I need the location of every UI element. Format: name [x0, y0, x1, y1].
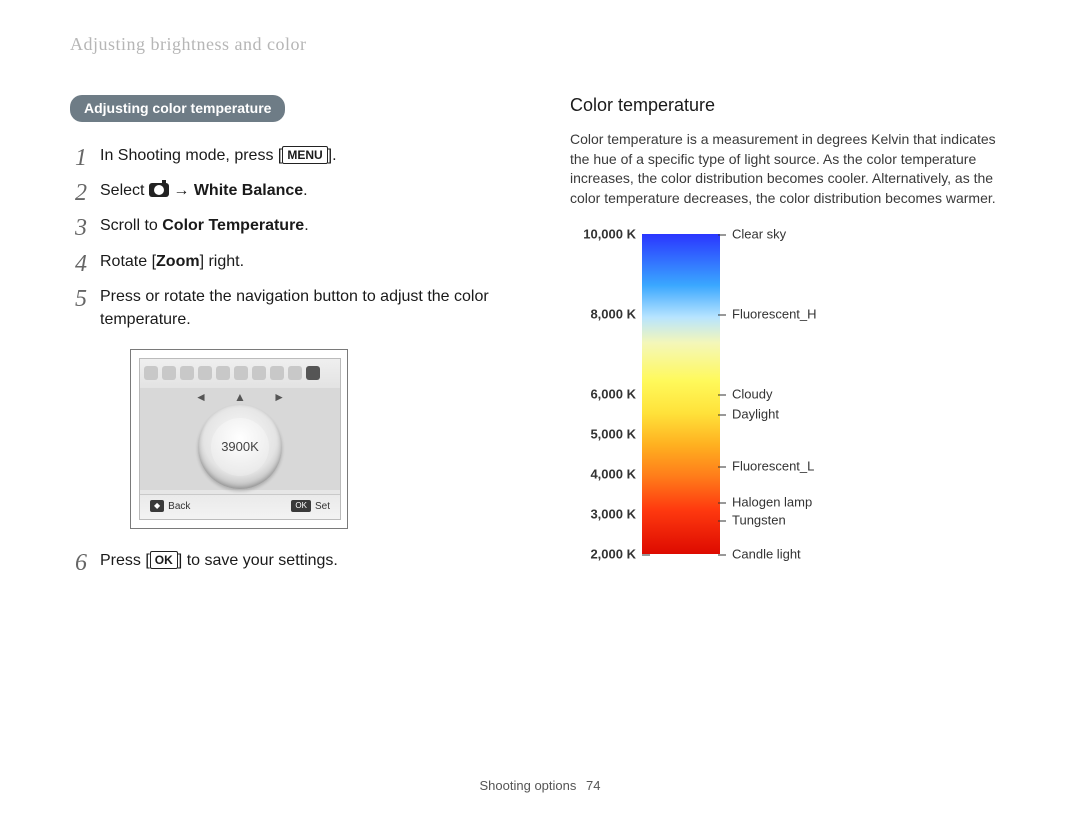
kelvin-tick: 10,000 K — [583, 227, 636, 242]
light-source-label: Clear sky — [732, 227, 786, 242]
step-6-text-a: Press [ — [100, 552, 150, 569]
step-2-bold: White Balance — [194, 182, 303, 199]
arrow-up-icon: ▲ — [234, 389, 246, 406]
lcd-screenshot: ◄ ▲ ► 3900K ◆ Back — [130, 349, 348, 529]
menu-button-icon: MENU — [282, 146, 327, 164]
lcd-bottom-bar: ◆ Back OK Set — [140, 494, 340, 519]
lcd-top-icons — [140, 359, 340, 387]
color-temperature-body: Color temperature is a measurement in de… — [570, 130, 1010, 208]
breadcrumb: Adjusting brightness and color — [70, 34, 1010, 55]
steps-list: In Shooting mode, press [MENU]. Select →… — [70, 144, 510, 572]
lcd-set-hint: OK Set — [291, 500, 330, 515]
wb-icon — [162, 366, 176, 380]
right-column: Color temperature Color temperature is a… — [570, 95, 1010, 584]
wb-icon — [252, 366, 266, 380]
camera-icon — [149, 183, 169, 197]
light-source-label: Cloudy — [732, 387, 772, 402]
wb-icon — [234, 366, 248, 380]
section-pill: Adjusting color temperature — [70, 95, 285, 122]
light-source-label: Candle light — [732, 547, 801, 562]
kelvin-tick: 3,000 K — [590, 507, 636, 522]
wb-icon — [144, 366, 158, 380]
step-5-text: Press or rotate the navigation button to… — [100, 288, 489, 328]
lcd-set-label: Set — [315, 501, 330, 512]
step-3: Scroll to Color Temperature. — [70, 214, 510, 237]
ok-chip-icon: OK — [291, 500, 311, 512]
step-1-text-b: ]. — [328, 147, 337, 164]
light-source-labels: Clear skyFluorescent_HCloudyDaylightFluo… — [726, 234, 846, 554]
step-4-text-a: Rotate [ — [100, 253, 156, 270]
lcd-back-hint: ◆ Back — [150, 500, 190, 515]
color-temperature-chart: 10,000 K8,000 K6,000 K5,000 K4,000 K3,00… — [570, 234, 1010, 554]
step-3-bold: Color Temperature — [162, 217, 304, 234]
step-5: Press or rotate the navigation button to… — [70, 285, 510, 529]
arrow-left-icon: ◄ — [195, 389, 207, 406]
wb-icon — [198, 366, 212, 380]
lcd-screen: ◄ ▲ ► 3900K ◆ Back — [139, 358, 341, 520]
step-4: Rotate [Zoom] right. — [70, 250, 510, 273]
step-6-text-b: ] to save your settings. — [178, 552, 338, 569]
light-source-label: Tungsten — [732, 513, 786, 528]
left-column: Adjusting color temperature In Shooting … — [70, 95, 510, 584]
kelvin-tick: 5,000 K — [590, 427, 636, 442]
wb-kelvin-icon — [306, 366, 320, 380]
light-source-label: Halogen lamp — [732, 495, 812, 510]
two-column-layout: Adjusting color temperature In Shooting … — [70, 95, 1010, 584]
light-source-label: Daylight — [732, 407, 779, 422]
kelvin-tick: 8,000 K — [590, 307, 636, 322]
manual-page: Adjusting brightness and color Adjusting… — [0, 0, 1080, 815]
wb-icon — [180, 366, 194, 380]
color-gradient-bar — [642, 234, 720, 554]
light-source-label: Fluorescent_H — [732, 307, 817, 322]
step-2: Select → White Balance. — [70, 179, 510, 202]
wb-icon — [216, 366, 230, 380]
kelvin-axis-left: 10,000 K8,000 K6,000 K5,000 K4,000 K3,00… — [570, 234, 642, 554]
color-temperature-heading: Color temperature — [570, 95, 1010, 116]
lcd-back-label: Back — [168, 501, 190, 512]
step-2-arrow: → — [169, 182, 194, 199]
arrow-right-icon: ► — [273, 389, 285, 406]
step-3-text-b: . — [304, 217, 308, 234]
wb-icon — [288, 366, 302, 380]
step-3-text-a: Scroll to — [100, 217, 162, 234]
kelvin-tick: 6,000 K — [590, 387, 636, 402]
step-2-text-b: . — [303, 182, 307, 199]
wb-icon — [270, 366, 284, 380]
footer-section: Shooting options — [480, 778, 577, 793]
step-4-bold: Zoom — [156, 253, 200, 270]
kelvin-tick: 2,000 K — [590, 547, 636, 562]
step-2-text-a: Select — [100, 182, 149, 199]
footer-page-number: 74 — [586, 778, 600, 793]
page-footer: Shooting options 74 — [0, 778, 1080, 793]
back-chip-icon: ◆ — [150, 500, 164, 512]
light-source-label: Fluorescent_L — [732, 459, 814, 474]
step-1-text-a: In Shooting mode, press [ — [100, 147, 282, 164]
kelvin-tick: 4,000 K — [590, 467, 636, 482]
ok-button-icon: OK — [150, 551, 178, 569]
dial-value: 3900K — [211, 418, 269, 476]
adjustment-dial: 3900K — [198, 405, 282, 489]
step-1: In Shooting mode, press [MENU]. — [70, 144, 510, 167]
step-4-text-b: ] right. — [200, 253, 244, 270]
knob-arrows: ◄ ▲ ► — [195, 389, 285, 406]
step-6: Press [OK] to save your settings. — [70, 549, 510, 572]
